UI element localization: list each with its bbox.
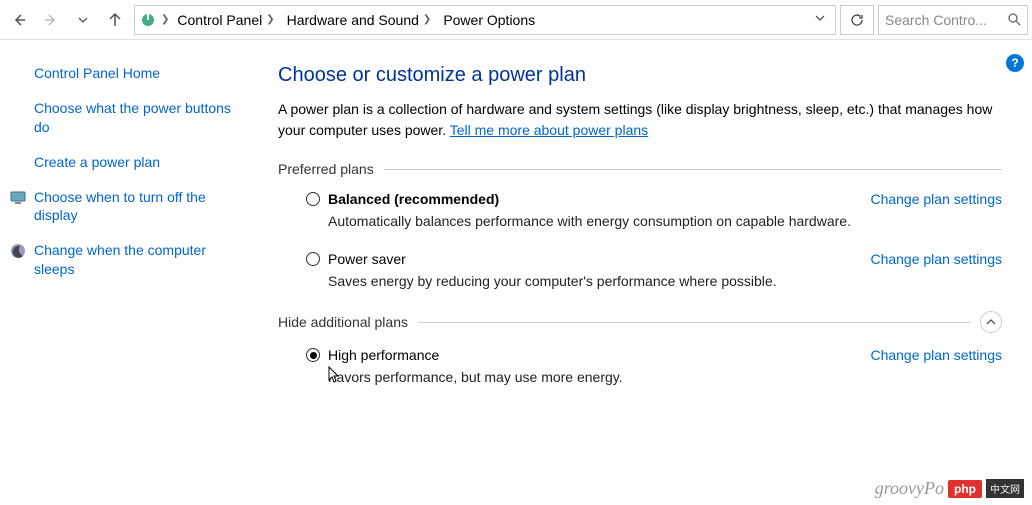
search-placeholder: Search Contro... xyxy=(885,12,1002,28)
chevron-right-icon: ❯ xyxy=(423,14,431,25)
section-additional-plans: Hide additional plans xyxy=(278,311,1002,333)
radio-icon xyxy=(306,192,320,206)
plan-description: Saves energy by reducing your computer's… xyxy=(328,273,1002,289)
learn-more-link[interactable]: Tell me more about power plans xyxy=(450,122,648,138)
address-dropdown[interactable] xyxy=(809,13,831,26)
breadcrumb[interactable]: Hardware and Sound❯ xyxy=(283,10,436,30)
search-icon xyxy=(1008,13,1021,26)
search-input[interactable]: Search Contro... xyxy=(878,5,1028,35)
toolbar: ❯ Control Panel❯ Hardware and Sound❯ Pow… xyxy=(0,0,1032,40)
plan-description: Favors performance, but may use more ene… xyxy=(328,369,1002,385)
forward-button[interactable] xyxy=(36,5,66,35)
collapse-button[interactable] xyxy=(980,311,1002,333)
chevron-down-icon xyxy=(78,15,88,25)
breadcrumb[interactable]: Power Options xyxy=(439,10,539,30)
main-panel: ? Choose or customize a power plan A pow… xyxy=(258,40,1032,505)
chevron-up-icon xyxy=(986,317,996,327)
sidebar-item-create-plan[interactable]: Create a power plan xyxy=(34,153,246,172)
page-title: Choose or customize a power plan xyxy=(278,64,1002,87)
address-bar[interactable]: ❯ Control Panel❯ Hardware and Sound❯ Pow… xyxy=(134,5,836,35)
sidebar-item-display-off[interactable]: Choose when to turn off the display xyxy=(34,188,246,226)
plan-description: Automatically balances performance with … xyxy=(328,213,1002,229)
sidebar-item-power-buttons[interactable]: Choose what the power buttons do xyxy=(34,99,246,137)
arrow-up-icon xyxy=(108,13,122,27)
arrow-right-icon xyxy=(44,13,58,27)
refresh-icon xyxy=(850,13,864,27)
power-options-icon xyxy=(139,11,157,29)
change-settings-link[interactable]: Change plan settings xyxy=(870,251,1002,267)
plan-radio-balanced[interactable]: Balanced (recommended) xyxy=(306,191,499,207)
content-area: Control Panel Home Choose what the power… xyxy=(0,40,1032,505)
plan-high-performance: High performance Change plan settings Fa… xyxy=(278,347,1002,385)
breadcrumb[interactable]: Control Panel❯ xyxy=(173,10,278,30)
arrow-left-icon xyxy=(12,13,26,27)
radio-icon xyxy=(306,348,320,362)
chevron-right-icon: ❯ xyxy=(161,14,169,25)
chevron-down-icon xyxy=(815,13,825,23)
sidebar-item-sleep[interactable]: Change when the computer sleeps xyxy=(34,241,246,279)
chevron-right-icon: ❯ xyxy=(266,14,274,25)
change-settings-link[interactable]: Change plan settings xyxy=(870,347,1002,363)
plan-balanced: Balanced (recommended) Change plan setti… xyxy=(278,191,1002,229)
help-icon[interactable]: ? xyxy=(1006,54,1024,72)
section-preferred-plans: Preferred plans xyxy=(278,161,1002,177)
page-description: A power plan is a collection of hardware… xyxy=(278,99,1002,141)
monitor-icon xyxy=(10,190,26,206)
change-settings-link[interactable]: Change plan settings xyxy=(870,191,1002,207)
sidebar-item-home[interactable]: Control Panel Home xyxy=(34,64,246,83)
refresh-button[interactable] xyxy=(840,5,874,35)
plan-power-saver: Power saver Change plan settings Saves e… xyxy=(278,251,1002,289)
plan-radio-high-performance[interactable]: High performance xyxy=(306,347,439,363)
radio-icon xyxy=(306,252,320,266)
moon-icon xyxy=(10,243,26,259)
sidebar: Control Panel Home Choose what the power… xyxy=(0,40,258,505)
plan-radio-power-saver[interactable]: Power saver xyxy=(306,251,406,267)
watermark: groovyPo php 中文网 xyxy=(875,478,1024,499)
back-button[interactable] xyxy=(4,5,34,35)
recent-dropdown-button[interactable] xyxy=(68,5,98,35)
up-button[interactable] xyxy=(100,5,130,35)
